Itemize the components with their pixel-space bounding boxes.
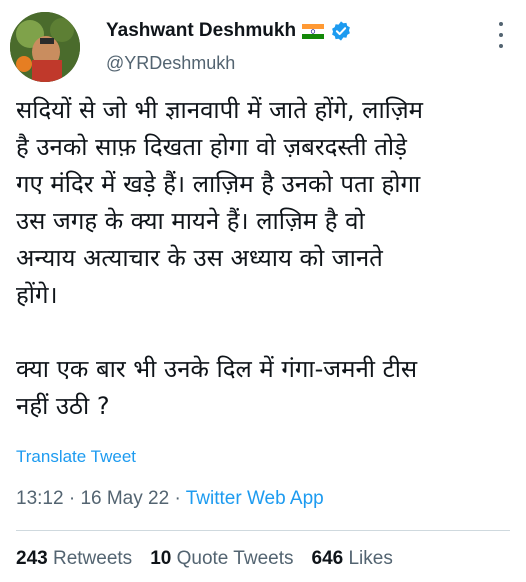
tweet-header: Yashwant Deshmukh @YRDeshmukh <box>0 0 526 92</box>
likes-stat[interactable]: 646 Likes <box>312 548 393 570</box>
retweets-count: 243 <box>16 548 48 569</box>
meta-separator: · <box>68 488 76 509</box>
tweet-meta: 13:12 · 16 May 22 · Twitter Web App <box>16 488 324 510</box>
likes-label: Likes <box>348 548 393 569</box>
avatar-image <box>10 12 80 82</box>
tweet-source-app[interactable]: Twitter Web App <box>186 488 324 509</box>
tweet-time[interactable]: 13:12 <box>16 488 64 509</box>
translate-tweet-link[interactable]: Translate Tweet <box>16 447 136 467</box>
verified-badge-icon <box>330 20 352 42</box>
tweet-text: सदियों से जो भी ज्ञानवापी में जाते होंगे… <box>16 96 424 420</box>
meta-separator: · <box>174 488 181 509</box>
quote-tweets-count: 10 <box>150 548 172 569</box>
quote-tweets-label: Quote Tweets <box>176 548 294 569</box>
more-dot <box>499 33 503 37</box>
retweets-label: Retweets <box>52 548 133 569</box>
name-row: Yashwant Deshmukh <box>106 20 352 42</box>
retweets-stat[interactable]: 243 Retweets <box>16 548 132 570</box>
tweet-date[interactable]: 16 May 22 <box>80 488 169 509</box>
divider <box>16 530 510 531</box>
likes-count: 646 <box>311 548 344 569</box>
display-name[interactable]: Yashwant Deshmukh <box>106 20 296 42</box>
avatar[interactable] <box>10 12 80 82</box>
more-dot <box>499 22 503 26</box>
india-flag-icon <box>302 23 325 39</box>
more-options-icon[interactable] <box>494 22 508 48</box>
tweet-stats: 243 Retweets 10 Quote Tweets 646 Likes <box>16 548 393 570</box>
user-handle[interactable]: @YRDeshmukh <box>106 53 235 74</box>
more-dot <box>499 44 503 48</box>
quote-tweets-stat[interactable]: 10 Quote Tweets <box>150 548 293 570</box>
